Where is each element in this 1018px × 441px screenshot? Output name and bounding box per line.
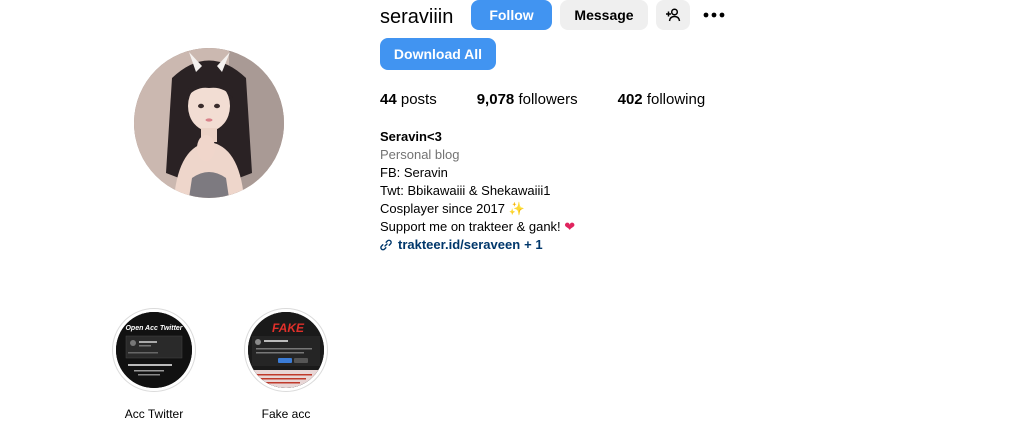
followers-stat[interactable]: 9,078 followers bbox=[477, 90, 578, 110]
follow-button[interactable]: Follow bbox=[471, 0, 552, 30]
highlight-acc-twitter[interactable]: Open Acc Twitter Acc Twitter bbox=[94, 308, 214, 422]
highlight-cover: FAKE bbox=[248, 312, 324, 388]
download-all-button[interactable]: Download All bbox=[380, 38, 496, 70]
profile-display-name: Seravin<3 bbox=[380, 129, 442, 144]
highlight-ring: Open Acc Twitter bbox=[112, 308, 196, 392]
add-user-icon bbox=[666, 8, 681, 22]
bio-line: FB: Seravin bbox=[380, 165, 448, 180]
profile-username: seraviiin bbox=[380, 6, 454, 28]
bio-line: Twt: Bbikawaiii & Shekawaiii1 bbox=[380, 183, 551, 198]
highlight-cover-image: Open Acc Twitter bbox=[116, 312, 192, 388]
highlight-label: Acc Twitter bbox=[124, 407, 184, 421]
highlight-cover-title: Open Acc Twitter bbox=[125, 325, 183, 332]
bio-link[interactable]: trakteer.id/seraveen + 1 bbox=[380, 236, 780, 254]
more-options-icon bbox=[703, 12, 725, 18]
suggested-users-button[interactable] bbox=[656, 0, 690, 30]
red-heart-icon: ❤ bbox=[564, 219, 576, 234]
posts-count: 44 bbox=[380, 91, 397, 108]
followers-label: followers bbox=[518, 91, 578, 108]
avatar-image bbox=[134, 48, 284, 198]
bio-line-cosplayer: Cosplayer since 2017 ✨ bbox=[380, 200, 780, 218]
highlight-cover-title: FAKE bbox=[272, 321, 305, 335]
profile-category: Personal blog bbox=[380, 147, 460, 162]
bio-line-support: Support me on trakteer & gank! ❤ bbox=[380, 218, 780, 236]
profile-stats: 44 posts 9,078 followers 402 following bbox=[380, 90, 705, 110]
bio-line-text: Cosplayer since 2017 bbox=[380, 201, 506, 216]
highlight-cover-image: FAKE bbox=[248, 312, 324, 388]
highlight-cover: Open Acc Twitter bbox=[116, 312, 192, 388]
highlight-label: Fake acc bbox=[261, 407, 311, 421]
bio-link-extra[interactable]: + 1 bbox=[524, 236, 542, 254]
highlight-ring: FAKE bbox=[244, 308, 328, 392]
profile-bio: Seravin<3 Personal blog FB: Seravin Twt:… bbox=[380, 128, 780, 254]
followers-count: 9,078 bbox=[476, 91, 515, 108]
bio-line-text: Support me on trakteer & gank! bbox=[380, 219, 561, 234]
profile-page: seraviiin Follow Message Download All 44… bbox=[0, 0, 1018, 441]
sparkles-icon: ✨ bbox=[508, 201, 525, 216]
bio-link-text[interactable]: trakteer.id/seraveen bbox=[398, 236, 520, 254]
following-label: following bbox=[646, 91, 706, 108]
link-icon bbox=[380, 239, 392, 251]
following-stat[interactable]: 402 following bbox=[618, 90, 706, 110]
profile-avatar[interactable] bbox=[134, 48, 284, 198]
following-count: 402 bbox=[617, 91, 643, 108]
more-options-button[interactable] bbox=[700, 2, 728, 28]
highlight-fake-acc[interactable]: FAKE Fake acc bbox=[226, 308, 346, 422]
posts-stat: 44 posts bbox=[380, 90, 437, 110]
posts-label: posts bbox=[400, 91, 437, 108]
message-button[interactable]: Message bbox=[560, 0, 648, 30]
